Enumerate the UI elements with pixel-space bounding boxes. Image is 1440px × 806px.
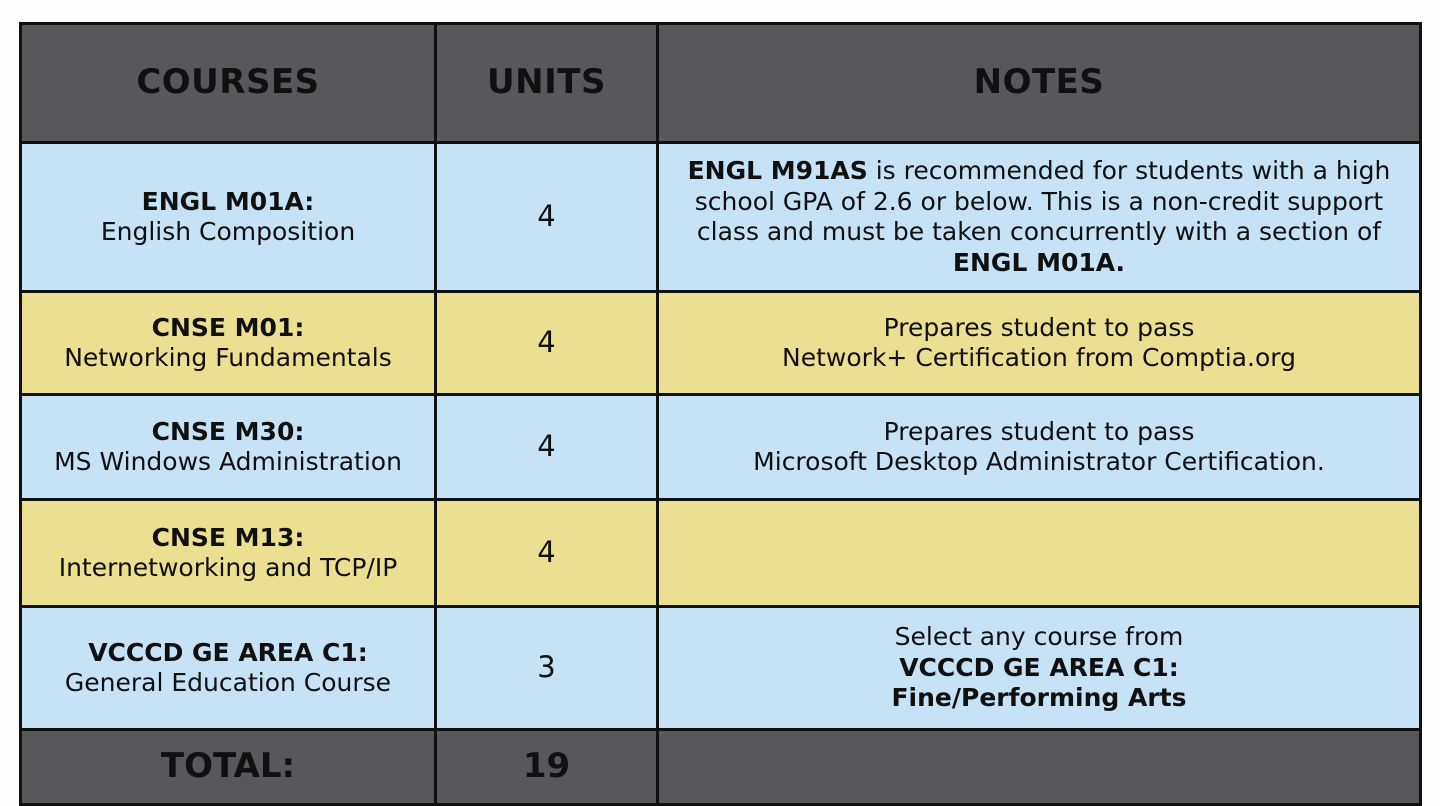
column-header-courses: COURSES: [19, 22, 437, 144]
notes-emphasis: ENGL M91AS: [687, 156, 868, 185]
course-code: VCCCD GE AREA C1:: [88, 637, 368, 667]
course-cell: CNSE M30: MS Windows Administration: [19, 393, 437, 501]
notes-text: Microsoft Desktop Administrator Certific…: [753, 447, 1325, 476]
course-title: MS Windows Administration: [54, 447, 402, 476]
notes-text: Prepares student to pass: [883, 312, 1195, 342]
course-title: General Education Course: [64, 668, 392, 697]
course-cell: CNSE M01: Networking Fundamentals: [19, 290, 437, 396]
notes-text: Prepares student to pass: [883, 416, 1195, 446]
course-title: Networking Fundamentals: [64, 343, 392, 372]
total-units-value: 19: [434, 728, 659, 806]
course-code: ENGL M01A:: [141, 186, 315, 216]
notes-emphasis: ENGL M01A.: [952, 247, 1126, 277]
notes-emphasis: Fine/Performing Arts: [891, 683, 1187, 713]
units-cell: 4: [434, 498, 659, 608]
course-code: CNSE M30:: [151, 416, 305, 446]
notes-cell: [656, 498, 1422, 608]
column-header-units: UNITS: [434, 22, 659, 144]
notes-cell: Select any course from VCCCD GE AREA C1: F…: [656, 605, 1422, 731]
column-header-notes: NOTES: [656, 22, 1422, 144]
notes-text: Select any course from: [894, 622, 1184, 652]
notes-cell: Prepares student to pass Microsoft Deskto…: [656, 393, 1422, 501]
units-cell: 3: [434, 605, 659, 731]
table-header: COURSES UNITS NOTES: [19, 22, 1422, 144]
total-label: TOTAL:: [19, 728, 437, 806]
course-code: CNSE M13:: [151, 522, 305, 552]
table-row: CNSE M30: MS Windows Administration 4 Prepa…: [19, 393, 1422, 501]
units-cell: 4: [434, 141, 659, 293]
course-plan-table: COURSES UNITS NOTES ENGL M01A: English Co…: [19, 22, 1422, 806]
units-cell: 4: [434, 393, 659, 501]
notes-emphasis: VCCCD GE AREA C1:: [899, 652, 1179, 682]
table-body: ENGL M01A: English Composition 4 ENGL M91AS…: [19, 141, 1422, 731]
course-title: English Composition: [100, 217, 356, 246]
units-cell: 4: [434, 290, 659, 396]
course-code: CNSE M01:: [151, 312, 305, 342]
notes-cell: Prepares student to pass Network+ Certifi…: [656, 290, 1422, 396]
notes-cell: ENGL M91AS is recommended for students w…: [656, 141, 1422, 293]
table-row: CNSE M01: Networking Fundamentals 4 Prepare…: [19, 290, 1422, 396]
course-cell: ENGL M01A: English Composition: [19, 141, 437, 293]
table-footer: TOTAL: 19: [19, 728, 1422, 806]
header-row: COURSES UNITS NOTES: [19, 22, 1422, 144]
course-cell: CNSE M13: Internetworking and TCP/IP: [19, 498, 437, 608]
course-title: Internetworking and TCP/IP: [58, 553, 398, 582]
total-notes-cell: [656, 728, 1422, 806]
total-row: TOTAL: 19: [19, 728, 1422, 806]
course-cell: VCCCD GE AREA C1: General Education Cours…: [19, 605, 437, 731]
notes-text: Network+ Certification from Comptia.org: [782, 343, 1296, 372]
table-row: CNSE M13: Internetworking and TCP/IP 4: [19, 498, 1422, 608]
table-row: VCCCD GE AREA C1: General Education Cours…: [19, 605, 1422, 731]
table-row: ENGL M01A: English Composition 4 ENGL M91AS…: [19, 141, 1422, 293]
